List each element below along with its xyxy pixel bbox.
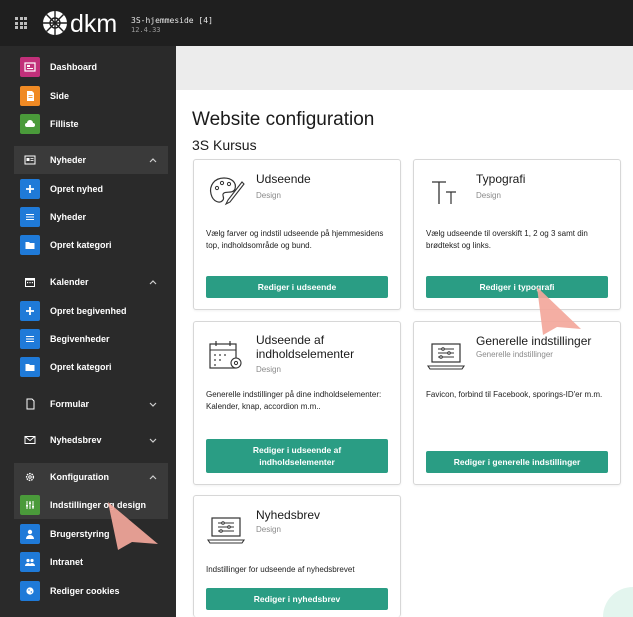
chevron-up-icon — [149, 475, 157, 480]
sidebar-item-dashboard[interactable]: Dashboard — [14, 53, 168, 81]
chevron-up-icon — [149, 158, 157, 163]
list-icon — [20, 207, 40, 227]
card-title: Udseende — [256, 172, 311, 186]
users-icon — [20, 552, 40, 572]
decorative-corner — [603, 587, 633, 617]
card-subtitle: Generelle indstillinger — [476, 350, 553, 359]
sidebar-group-label: Nyheder — [50, 155, 87, 165]
list-icon — [20, 329, 40, 349]
sidebar-group-nyheder[interactable]: Nyheder — [14, 146, 168, 174]
chevron-down-icon — [149, 438, 157, 443]
sliders-icon — [20, 495, 40, 515]
rediger-nyhedsbrev-button[interactable]: Rediger i nyhedsbrev — [206, 588, 388, 610]
rediger-generelle-indstillinger-button[interactable]: Rediger i generelle indstillinger — [426, 451, 608, 473]
sidebar-item-label: Opret begivenhed — [50, 306, 127, 316]
sidebar-item-label: Nyheder — [50, 212, 87, 222]
newspaper-icon — [20, 154, 40, 166]
gear-icon — [20, 471, 40, 483]
card-description: Generelle indstillinger på dine indholds… — [206, 390, 382, 411]
sidebar-item-label: Opret kategori — [50, 362, 112, 372]
chevron-up-icon — [149, 280, 157, 285]
rediger-indholdselementer-button[interactable]: Rediger i udseende af indholdselementer — [206, 439, 388, 473]
document-icon — [20, 398, 40, 410]
card-title: Typografi — [476, 172, 526, 186]
laptop-settings-icon — [426, 343, 466, 370]
site-name: 3S-hjemmeside [4] — [131, 16, 213, 25]
page-title: Website configuration — [192, 109, 375, 130]
sidebar-item-filliste[interactable]: Filliste — [14, 110, 168, 138]
dashboard-icon — [20, 57, 40, 77]
sidebar-item-label: Rediger cookies — [50, 586, 120, 596]
sidebar-item-side[interactable]: Side — [14, 82, 168, 110]
envelope-icon — [20, 434, 40, 446]
top-bar: dkm 3S-hjemmeside [4] 12.4.33 — [0, 0, 633, 46]
folder-icon — [20, 235, 40, 255]
card-title: Nyhedsbrev — [256, 508, 321, 522]
card-subtitle: Design — [256, 191, 281, 200]
card-generelle-indstillinger: Generelle indstillinger Generelle indsti… — [413, 321, 621, 485]
card-subtitle: Design — [476, 191, 501, 200]
sidebar-group-label: Formular — [50, 399, 90, 409]
sidebar-item-rediger-cookies[interactable]: Rediger cookies — [14, 577, 168, 605]
logo-text: dkm — [70, 10, 117, 38]
sidebar-item-opret-kategori-kalender[interactable]: Opret kategori — [14, 353, 168, 381]
card-nyhedsbrev: Nyhedsbrev Design Indstillinger for udse… — [193, 495, 401, 617]
sidebar-item-intranet[interactable]: Intranet — [14, 548, 168, 576]
plus-icon — [20, 179, 40, 199]
card-indholdselementer: Udseende af indholdselementer Design Gen… — [193, 321, 401, 485]
sidebar-item-label: Dashboard — [50, 62, 98, 72]
typography-icon — [432, 181, 456, 204]
dkm-logo[interactable]: dkm — [40, 8, 128, 38]
card-description: Vælg farver og indstil udseende på hjemm… — [206, 229, 384, 250]
calendar-icon — [20, 276, 40, 288]
user-icon — [20, 524, 40, 544]
rediger-udseende-button[interactable]: Rediger i udseende — [206, 276, 388, 298]
sidebar-item-opret-begivenhed[interactable]: Opret begivenhed — [14, 297, 168, 325]
sidebar-item-label: Filliste — [50, 119, 79, 129]
sidebar-item-opret-nyhed[interactable]: Opret nyhed — [14, 175, 168, 203]
cookie-icon — [20, 581, 40, 601]
sidebar-group-konfiguration[interactable]: Konfiguration — [14, 463, 168, 491]
sidebar-item-label: Side — [50, 91, 70, 101]
sidebar-group-kalender[interactable]: Kalender — [14, 268, 168, 296]
site-version: 12.4.33 — [131, 26, 161, 34]
main-header-strip — [176, 46, 633, 90]
card-description: Favicon, forbind til Facebook, sporings-… — [426, 390, 603, 399]
sidebar-group-label: Nyhedsbrev — [50, 435, 102, 445]
cursor-arrow-icon — [108, 502, 158, 550]
card-title: Udseende af indholdselementer — [256, 333, 355, 361]
folder-icon — [20, 357, 40, 377]
card-description: Indstillinger for udseende af nyhedsbrev… — [206, 565, 355, 574]
plus-icon — [20, 301, 40, 321]
palette-brush-icon — [209, 177, 245, 206]
card-subtitle: Design — [256, 525, 281, 534]
card-title: Generelle indstillinger — [476, 334, 592, 348]
sidebar-item-label: Opret kategori — [50, 240, 112, 250]
sidebar-item-label: Begivenheder — [50, 334, 110, 344]
sidebar-item-label: Brugerstyring — [50, 529, 110, 539]
sidebar-group-formular[interactable]: Formular — [14, 390, 168, 418]
card-typografi: Typografi Design Vælg udseende til overs… — [413, 159, 621, 310]
apps-grid-icon[interactable] — [15, 17, 27, 29]
sidebar-item-label: Intranet — [50, 557, 84, 567]
sidebar-item-nyheder[interactable]: Nyheder — [14, 203, 168, 231]
cursor-arrow-icon — [537, 287, 581, 335]
laptop-settings-icon — [206, 517, 246, 544]
sidebar-group-label: Konfiguration — [50, 472, 109, 482]
sidebar-group-label: Kalender — [50, 277, 89, 287]
chevron-down-icon — [149, 402, 157, 407]
page-icon — [20, 86, 40, 106]
sidebar-item-opret-kategori[interactable]: Opret kategori — [14, 231, 168, 259]
card-description: Vælg udseende til overskift 1, 2 og 3 sa… — [426, 229, 588, 250]
card-udseende: Udseende Design Vælg farver og indstil u… — [193, 159, 401, 310]
calendar-settings-icon — [209, 341, 242, 369]
card-subtitle: Design — [256, 365, 281, 374]
sidebar-item-label: Opret nyhed — [50, 184, 104, 194]
sidebar-item-begivenheder[interactable]: Begivenheder — [14, 325, 168, 353]
sidebar-group-nyhedsbrev[interactable]: Nyhedsbrev — [14, 426, 168, 454]
cloud-icon — [20, 114, 40, 134]
page-subtitle: 3S Kursus — [192, 137, 257, 153]
